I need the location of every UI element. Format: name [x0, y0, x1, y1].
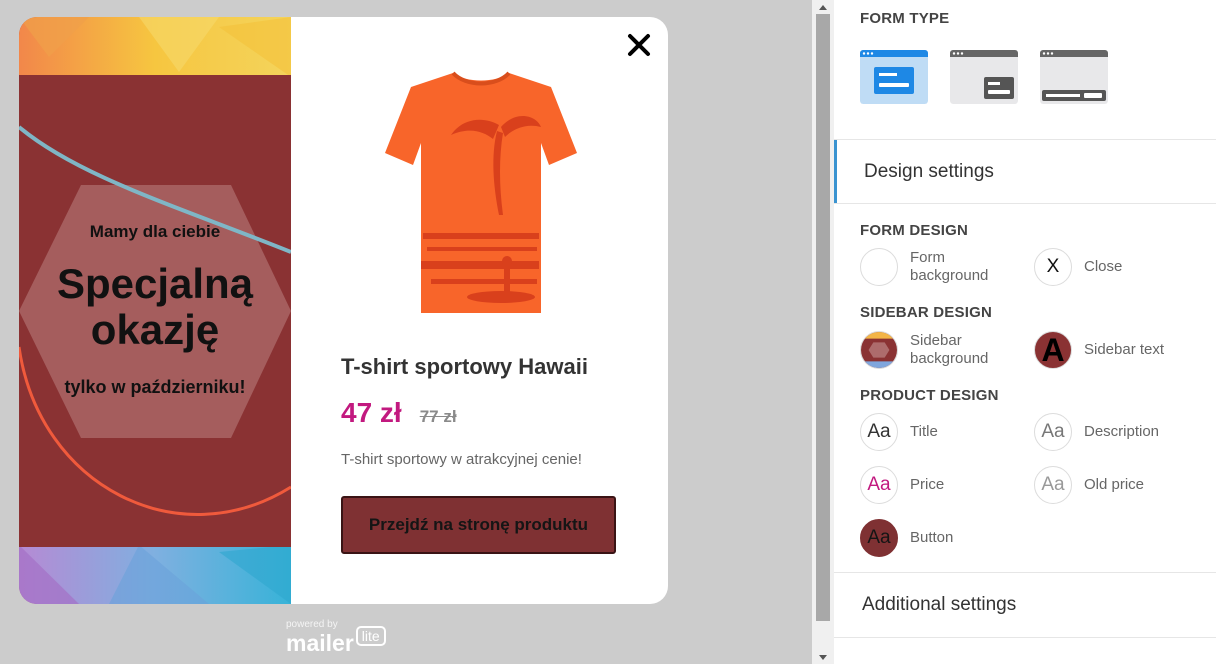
sidebar-background-label-line2: background: [910, 350, 989, 367]
description-setting[interactable]: Aa Description: [1034, 413, 1184, 451]
sidebar-design-label: SIDEBAR DESIGN: [860, 304, 992, 321]
design-settings-header[interactable]: Design settings: [834, 140, 1216, 204]
description-swatch[interactable]: Aa: [1034, 413, 1072, 451]
scroll-up-arrow-icon[interactable]: [812, 0, 834, 14]
close-label: Close: [1084, 258, 1123, 275]
sidebar-text-label: Sidebar text: [1084, 341, 1165, 358]
description-label: Description: [1084, 423, 1160, 440]
price-label: Price: [910, 476, 945, 493]
form-design-label: FORM DESIGN: [860, 222, 969, 239]
form-preview-area: Mamy dla ciebie Specjalną okazję tylko w…: [0, 0, 812, 664]
sidebar-heading-line1: Specjalną: [56, 260, 254, 307]
product-title: T-shirt sportowy Hawaii: [341, 354, 588, 379]
mailerlite-logo: mailer: [286, 630, 354, 656]
price-row: 47 zł 77 zł: [341, 397, 457, 429]
price-swatch[interactable]: Aa: [860, 466, 898, 504]
product-description: T-shirt sportowy w atrakcyjnej cenie!: [341, 451, 582, 468]
sidebar-pre-heading: Mamy dla ciebie: [89, 222, 221, 241]
form-background-label: Form background: [910, 249, 1010, 285]
form-type-popup-centered[interactable]: [860, 50, 928, 104]
title-swatch[interactable]: Aa: [860, 413, 898, 451]
form-type-popup-corner[interactable]: [950, 50, 1018, 104]
close-swatch[interactable]: X: [1034, 248, 1072, 286]
sidebar-background-swatch[interactable]: [860, 331, 898, 369]
price-setting[interactable]: Aa Price: [860, 466, 1010, 504]
button-label: Button: [910, 529, 954, 546]
settings-panel: FORM TYPE Design settings FORM DESIGN Fo…: [834, 0, 1216, 664]
old-price-setting[interactable]: Aa Old price: [1034, 466, 1184, 504]
title-label: Title: [910, 423, 938, 440]
mailerlite-lite-badge: lite: [355, 626, 386, 646]
form-background-setting[interactable]: Form background: [860, 248, 1010, 286]
sidebar-background-setting[interactable]: Sidebar background: [860, 331, 1010, 369]
sidebar-background-label-line1: Sidebar: [910, 332, 962, 349]
form-type-selector: [860, 50, 1108, 104]
product-price: 47 zł: [341, 397, 402, 428]
form-background-swatch[interactable]: [860, 248, 898, 286]
sidebar-post-heading: tylko w październiku!: [64, 377, 246, 397]
form-type-label: FORM TYPE: [860, 10, 950, 27]
divider: [834, 203, 1216, 204]
scroll-down-arrow-icon[interactable]: [812, 650, 834, 664]
button-swatch[interactable]: Aa: [860, 519, 898, 557]
sidebar-text-setting[interactable]: A Sidebar text: [1034, 331, 1184, 369]
powered-by-mailerlite[interactable]: powered by mailer lite: [286, 620, 386, 656]
additional-settings-header[interactable]: Additional settings: [862, 594, 1016, 616]
preview-scrollbar[interactable]: [812, 0, 834, 664]
form-background-label-line1: Form: [910, 249, 945, 266]
popup-form: Mamy dla ciebie Specjalną okazję tylko w…: [19, 17, 668, 604]
sidebar-background-label: Sidebar background: [910, 332, 1010, 368]
divider: [834, 572, 1216, 573]
form-background-label-line2: background: [910, 267, 989, 284]
title-setting[interactable]: Aa Title: [860, 413, 1010, 451]
button-setting[interactable]: Aa Button: [860, 519, 1010, 557]
product-image: [385, 71, 577, 313]
close-icon[interactable]: [626, 32, 652, 58]
old-price-label: Old price: [1084, 476, 1145, 493]
close-setting[interactable]: X Close: [1034, 248, 1184, 286]
popup-sidebar: Mamy dla ciebie Specjalną okazję tylko w…: [19, 17, 291, 604]
close-x-glyph: X: [1046, 256, 1060, 277]
popup-content: T-shirt sportowy Hawaii 47 zł 77 zł T-sh…: [291, 17, 668, 604]
product-old-price: 77 zł: [419, 407, 457, 426]
product-design-label: PRODUCT DESIGN: [860, 387, 999, 404]
sidebar-text-swatch[interactable]: A: [1034, 331, 1072, 369]
product-link-button[interactable]: Przejdź na stronę produktu: [341, 496, 616, 554]
old-price-swatch[interactable]: Aa: [1034, 466, 1072, 504]
form-type-popup-bar[interactable]: [1040, 50, 1108, 104]
sidebar-heading-line2: okazję: [90, 306, 220, 353]
divider: [834, 637, 1216, 638]
scrollbar-thumb[interactable]: [816, 14, 830, 621]
sidebar-text-glyph: A: [1041, 332, 1065, 368]
sidebar-heading: Specjalną okazję: [19, 261, 291, 353]
